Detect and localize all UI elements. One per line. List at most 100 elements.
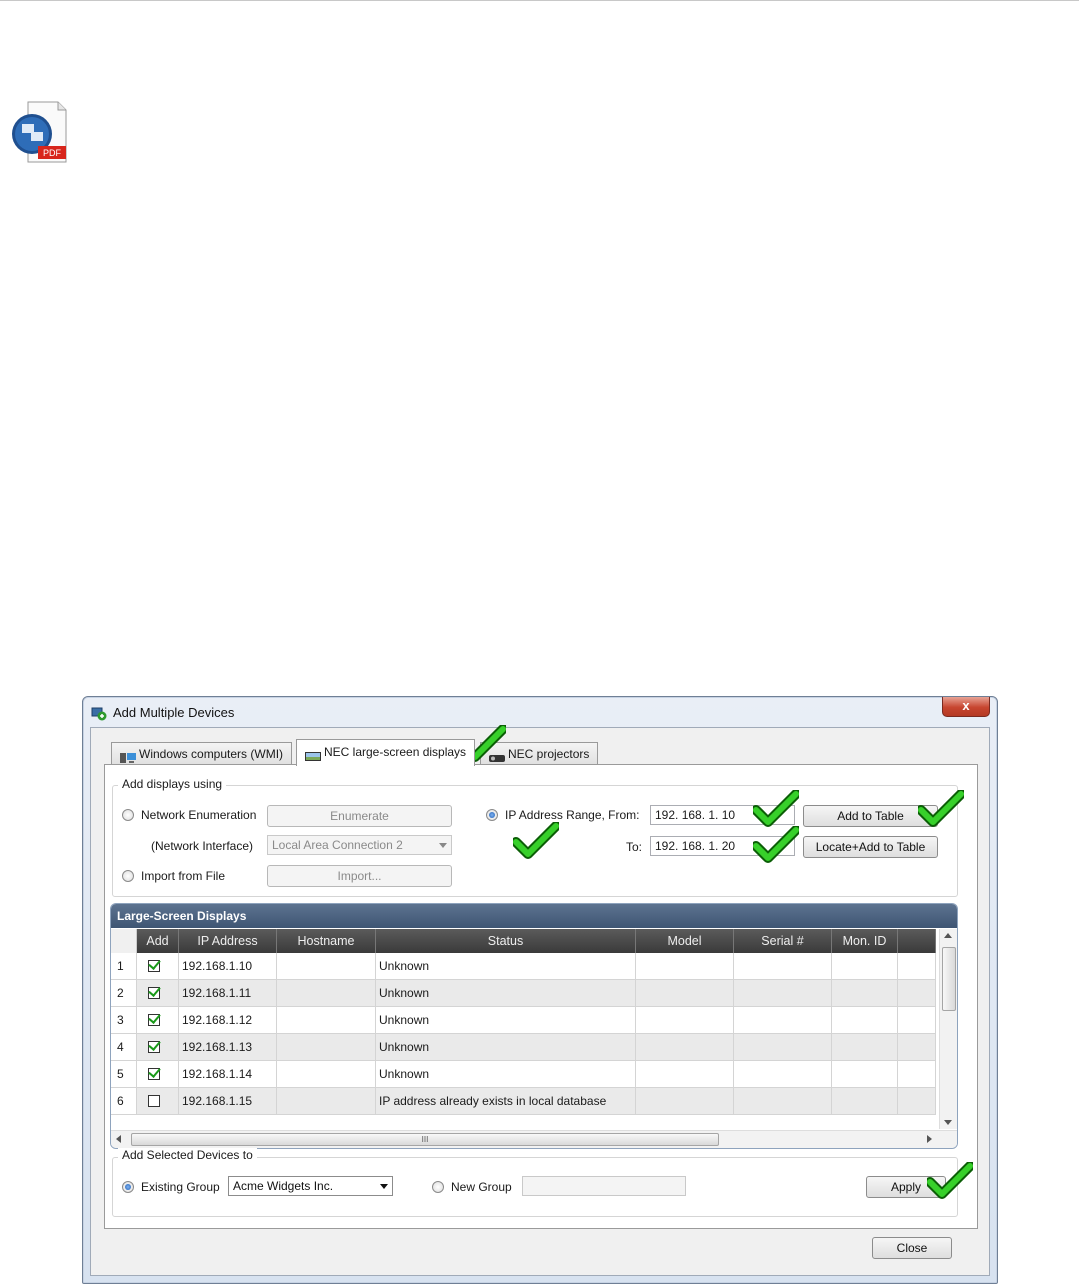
mon-id-cell bbox=[832, 1061, 898, 1088]
table-row[interactable]: 1 192.168.1.10 Unknown bbox=[111, 953, 936, 980]
green-check-icon bbox=[753, 826, 799, 863]
tab-nec-large-screen-displays[interactable]: NEC large-screen displays bbox=[296, 739, 476, 766]
import-button[interactable]: Import... bbox=[267, 865, 452, 887]
hostname-cell bbox=[277, 1088, 376, 1115]
filler-cell bbox=[898, 980, 936, 1007]
filler-cell bbox=[898, 1007, 936, 1034]
tab-windows-computers[interactable]: Windows computers (WMI) bbox=[111, 742, 293, 765]
status-cell: Unknown bbox=[376, 1007, 636, 1034]
col-model[interactable]: Model bbox=[636, 929, 734, 953]
tab-label: Windows computers (WMI) bbox=[139, 747, 284, 761]
dialog-client-area: Windows computers (WMI) NEC large-screen… bbox=[90, 727, 990, 1276]
tab-label: NEC large-screen displays bbox=[324, 745, 467, 759]
serial-cell bbox=[734, 953, 832, 980]
scroll-up-icon[interactable] bbox=[944, 933, 952, 938]
add-checkbox[interactable] bbox=[148, 1041, 160, 1053]
network-interface-select[interactable]: Local Area Connection 2 bbox=[267, 835, 452, 855]
status-cell: Unknown bbox=[376, 1034, 636, 1061]
green-check-icon bbox=[753, 790, 799, 827]
enumerate-button[interactable]: Enumerate bbox=[267, 805, 452, 827]
chevron-down-icon bbox=[439, 843, 447, 848]
hostname-cell bbox=[277, 1007, 376, 1034]
scroll-right-icon[interactable] bbox=[927, 1135, 932, 1143]
import-from-file-label: Import from File bbox=[141, 869, 226, 883]
add-checkbox[interactable] bbox=[148, 960, 160, 972]
status-cell: Unknown bbox=[376, 980, 636, 1007]
ip-address-cell: 192.168.1.11 bbox=[179, 980, 277, 1007]
grid-title: Large-Screen Displays bbox=[111, 904, 957, 928]
close-button[interactable]: Close bbox=[872, 1237, 952, 1259]
col-mon-id[interactable]: Mon. ID bbox=[832, 929, 898, 953]
pdf-label: PDF bbox=[43, 148, 62, 158]
mon-id-cell bbox=[832, 1088, 898, 1115]
horizontal-scrollbar[interactable]: III bbox=[111, 1130, 957, 1148]
row-number-header bbox=[111, 929, 137, 953]
table-row[interactable]: 3 192.168.1.12 Unknown bbox=[111, 1007, 936, 1034]
table-row[interactable]: 6 192.168.1.15 IP address already exists i… bbox=[111, 1088, 936, 1115]
add-checkbox[interactable] bbox=[148, 1014, 160, 1026]
hostname-cell bbox=[277, 1061, 376, 1088]
locate-add-to-table-button[interactable]: Locate+Add to Table bbox=[803, 836, 938, 858]
model-cell bbox=[636, 1061, 734, 1088]
ip-address-cell: 192.168.1.15 bbox=[179, 1088, 277, 1115]
new-group-label: New Group bbox=[451, 1180, 512, 1194]
model-cell bbox=[636, 1034, 734, 1061]
col-serial[interactable]: Serial # bbox=[734, 929, 832, 953]
col-status[interactable]: Status bbox=[376, 929, 636, 953]
add-checkbox-cell[interactable] bbox=[137, 1061, 179, 1088]
status-cell: Unknown bbox=[376, 953, 636, 980]
horizontal-scroll-thumb[interactable]: III bbox=[131, 1133, 719, 1146]
vertical-scrollbar[interactable] bbox=[939, 929, 957, 1129]
network-enumeration-radio[interactable] bbox=[122, 809, 134, 821]
ip-to-label: To: bbox=[626, 840, 643, 854]
new-group-radio[interactable] bbox=[432, 1181, 444, 1193]
row-number: 3 bbox=[111, 1007, 137, 1034]
table-row[interactable]: 4 192.168.1.13 Unknown bbox=[111, 1034, 936, 1061]
add-selected-legend: Add Selected Devices to bbox=[118, 1148, 257, 1162]
table-row[interactable]: 2 192.168.1.11 Unknown bbox=[111, 980, 936, 1007]
table-row[interactable]: 5 192.168.1.14 Unknown bbox=[111, 1061, 936, 1088]
filler-cell bbox=[898, 1088, 936, 1115]
serial-cell bbox=[734, 980, 832, 1007]
add-checkbox-cell[interactable] bbox=[137, 953, 179, 980]
green-check-icon bbox=[927, 1162, 973, 1199]
serial-cell bbox=[734, 1061, 832, 1088]
scroll-left-icon[interactable] bbox=[116, 1135, 121, 1143]
existing-group-select[interactable]: Acme Widgets Inc. bbox=[228, 1176, 393, 1196]
add-checkbox[interactable] bbox=[148, 1095, 160, 1107]
model-cell bbox=[636, 1007, 734, 1034]
ip-address-cell: 192.168.1.12 bbox=[179, 1007, 277, 1034]
col-hostname[interactable]: Hostname bbox=[277, 929, 376, 953]
windows-computer-icon bbox=[120, 749, 136, 763]
pdf-document-icon[interactable]: PDF bbox=[10, 100, 68, 164]
model-cell bbox=[636, 980, 734, 1007]
add-checkbox[interactable] bbox=[148, 987, 160, 999]
green-check-icon bbox=[513, 822, 559, 859]
mon-id-cell bbox=[832, 1034, 898, 1061]
ip-range-radio[interactable] bbox=[486, 809, 498, 821]
top-divider bbox=[0, 0, 1079, 1]
row-number: 5 bbox=[111, 1061, 137, 1088]
col-ip-address[interactable]: IP Address bbox=[179, 929, 277, 953]
add-checkbox-cell[interactable] bbox=[137, 1034, 179, 1061]
import-from-file-radio[interactable] bbox=[122, 870, 134, 882]
row-number: 2 bbox=[111, 980, 137, 1007]
mon-id-cell bbox=[832, 953, 898, 980]
scroll-down-icon[interactable] bbox=[944, 1120, 952, 1125]
window-close-button[interactable]: x bbox=[942, 697, 990, 717]
existing-group-radio[interactable] bbox=[122, 1181, 134, 1193]
large-screen-displays-grid: Large-Screen Displays Add IP Address Hos… bbox=[110, 903, 958, 1149]
filler-cell bbox=[898, 1061, 936, 1088]
add-checkbox[interactable] bbox=[148, 1068, 160, 1080]
network-interface-value: Local Area Connection 2 bbox=[272, 838, 403, 852]
status-cell: IP address already exists in local datab… bbox=[376, 1088, 636, 1115]
hostname-cell bbox=[277, 1034, 376, 1061]
new-group-input[interactable] bbox=[522, 1176, 686, 1196]
col-add[interactable]: Add bbox=[137, 929, 179, 953]
add-checkbox-cell[interactable] bbox=[137, 1007, 179, 1034]
model-cell bbox=[636, 1088, 734, 1115]
display-icon bbox=[305, 747, 321, 761]
add-checkbox-cell[interactable] bbox=[137, 980, 179, 1007]
add-checkbox-cell[interactable] bbox=[137, 1088, 179, 1115]
vertical-scroll-thumb[interactable] bbox=[942, 947, 956, 1011]
